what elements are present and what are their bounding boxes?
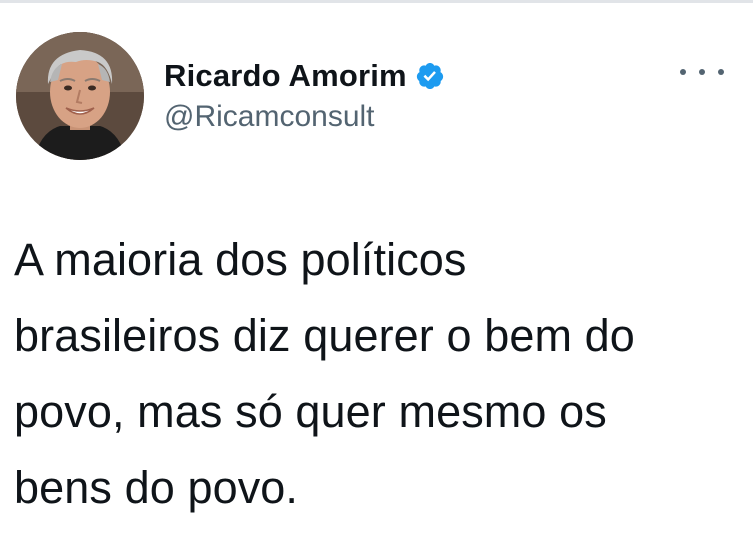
author-block[interactable]: Ricardo Amorim @Ricamconsult [164,56,445,134]
more-dot [718,69,724,75]
tweet-text-line: A maioria dos políticos [14,234,467,285]
more-dot [680,69,686,75]
author-handle[interactable]: @Ricamconsult [164,100,445,134]
author-display-name[interactable]: Ricardo Amorim [164,58,407,94]
more-dot [699,69,705,75]
author-name-row: Ricardo Amorim [164,56,445,96]
more-options-icon[interactable] [680,60,724,84]
tweet-card: Ricardo Amorim @Ricamconsult A maioria d… [0,0,753,544]
avatar-portrait [16,32,144,160]
tweet-text: A maioria dos políticos brasileiros diz … [14,222,739,526]
avatar[interactable] [16,32,144,160]
verified-badge-icon [415,61,445,91]
top-divider [0,0,753,3]
tweet-text-line: brasileiros diz querer o bem do [14,310,635,361]
tweet-text-line: povo, mas só quer mesmo os [14,386,607,437]
tweet-text-line: bens do povo. [14,462,299,513]
